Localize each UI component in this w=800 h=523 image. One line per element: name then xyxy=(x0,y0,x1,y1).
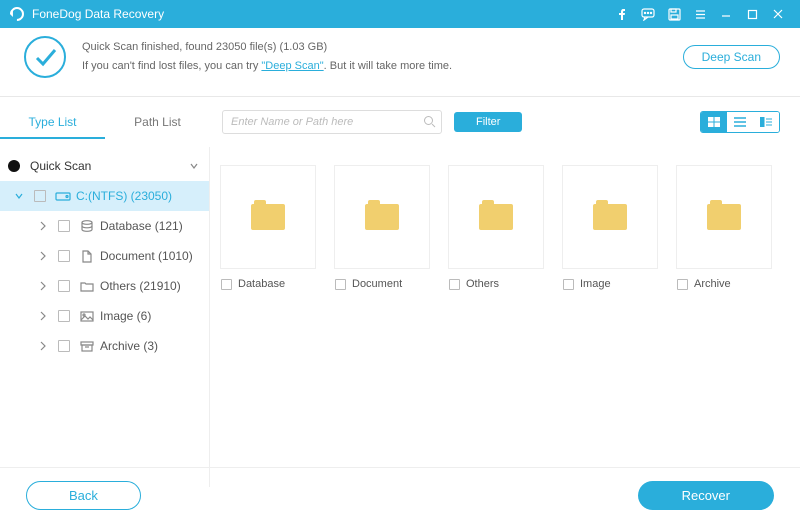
scan-summary-band: Quick Scan finished, found 23050 file(s)… xyxy=(0,28,800,97)
sidebar-tree: Quick Scan C:(NTFS) (23050) Database (12… xyxy=(0,147,210,487)
main-area: Quick Scan C:(NTFS) (23050) Database (12… xyxy=(0,147,800,487)
save-icon[interactable] xyxy=(662,2,686,26)
image-icon xyxy=(78,311,96,322)
chevron-right-icon[interactable] xyxy=(36,281,50,291)
tree-item-label: Archive (3) xyxy=(100,339,201,353)
bullet-icon xyxy=(8,160,20,172)
tree-item-others[interactable]: Others (21910) xyxy=(0,271,209,301)
grid-tile-archive[interactable]: Archive xyxy=(676,165,772,269)
scan-line2-prefix: If you can't find lost files, you can tr… xyxy=(82,60,261,72)
checkbox[interactable] xyxy=(58,340,70,352)
view-grid-button[interactable] xyxy=(701,112,727,132)
deep-scan-button[interactable]: Deep Scan xyxy=(683,45,780,69)
titlebar: FoneDog Data Recovery xyxy=(0,0,800,28)
grid-tile-others[interactable]: Others xyxy=(448,165,544,269)
tree-drive-c[interactable]: C:(NTFS) (23050) xyxy=(0,181,209,211)
chevron-right-icon[interactable] xyxy=(36,251,50,261)
feedback-icon[interactable] xyxy=(636,2,660,26)
tree-item-label: Database (121) xyxy=(100,219,201,233)
grid-tile-database[interactable]: Database xyxy=(220,165,316,269)
checkbox[interactable] xyxy=(563,279,574,290)
tree-root-quick-scan[interactable]: Quick Scan xyxy=(0,151,209,181)
tree-item-database[interactable]: Database (121) xyxy=(0,211,209,241)
folder-icon xyxy=(593,204,627,230)
checkbox[interactable] xyxy=(449,279,460,290)
folder-icon xyxy=(365,204,399,230)
footer: Back Recover xyxy=(0,467,800,523)
tile-label: Others xyxy=(466,278,499,290)
checkbox[interactable] xyxy=(58,310,70,322)
view-toggle xyxy=(700,111,780,133)
chevron-right-icon[interactable] xyxy=(36,311,50,321)
tab-path-list[interactable]: Path List xyxy=(105,105,210,139)
checkbox[interactable] xyxy=(221,279,232,290)
scan-line1-mid: file(s) ( xyxy=(247,41,284,53)
database-icon xyxy=(78,220,96,232)
folder-grid: Database Document Others Image Archi xyxy=(210,147,800,487)
folder-icon xyxy=(479,204,513,230)
app-logo-icon xyxy=(7,4,27,24)
chevron-down-icon[interactable] xyxy=(187,160,201,172)
search-wrap xyxy=(222,110,442,134)
checkbox[interactable] xyxy=(58,280,70,292)
view-list-button[interactable] xyxy=(727,112,753,132)
tab-type-list[interactable]: Type List xyxy=(0,105,105,139)
minimize-icon[interactable] xyxy=(714,2,738,26)
close-icon[interactable] xyxy=(766,2,790,26)
checkbox[interactable] xyxy=(58,220,70,232)
scan-summary-text: Quick Scan finished, found 23050 file(s)… xyxy=(82,38,683,75)
toolbar: Type List Path List Filter xyxy=(0,97,800,147)
tile-label: Document xyxy=(352,278,402,290)
tree-item-label: Image (6) xyxy=(100,309,201,323)
deep-scan-link[interactable]: "Deep Scan" xyxy=(261,60,323,72)
tree-item-archive[interactable]: Archive (3) xyxy=(0,331,209,361)
folder-icon xyxy=(78,281,96,292)
drive-icon xyxy=(54,190,72,202)
checkbox[interactable] xyxy=(335,279,346,290)
tree-root-label: Quick Scan xyxy=(30,159,91,173)
grid-tile-document[interactable]: Document xyxy=(334,165,430,269)
checkbox[interactable] xyxy=(58,250,70,262)
chevron-right-icon[interactable] xyxy=(36,221,50,231)
tree-drive-label: C:(NTFS) (23050) xyxy=(76,189,201,203)
menu-icon[interactable] xyxy=(688,2,712,26)
scan-line2-suffix: . But it will take more time. xyxy=(324,60,452,72)
list-tabs: Type List Path List xyxy=(0,105,210,139)
document-icon xyxy=(78,250,96,263)
search-icon[interactable] xyxy=(423,115,436,131)
chevron-right-icon[interactable] xyxy=(36,341,50,351)
tile-label: Archive xyxy=(694,278,731,290)
recover-button[interactable]: Recover xyxy=(638,481,774,510)
archive-icon xyxy=(78,341,96,352)
facebook-icon[interactable] xyxy=(610,2,634,26)
checkbox[interactable] xyxy=(34,190,46,202)
chevron-down-icon[interactable] xyxy=(12,191,26,201)
app-title: FoneDog Data Recovery xyxy=(32,7,164,21)
scan-line1-suffix: ) xyxy=(324,41,328,53)
scan-file-count: 23050 xyxy=(216,41,247,53)
scan-size: 1.03 GB xyxy=(283,41,323,53)
tile-label: Database xyxy=(238,278,285,290)
tree-item-label: Document (1010) xyxy=(100,249,201,263)
folder-icon xyxy=(251,204,285,230)
scan-line1-prefix: Quick Scan finished, found xyxy=(82,41,216,53)
search-input[interactable] xyxy=(222,110,442,134)
tile-label: Image xyxy=(580,278,611,290)
tree-item-image[interactable]: Image (6) xyxy=(0,301,209,331)
filter-button[interactable]: Filter xyxy=(454,112,522,132)
folder-icon xyxy=(707,204,741,230)
tree-item-label: Others (21910) xyxy=(100,279,201,293)
grid-tile-image[interactable]: Image xyxy=(562,165,658,269)
maximize-icon[interactable] xyxy=(740,2,764,26)
checkbox[interactable] xyxy=(677,279,688,290)
view-detail-button[interactable] xyxy=(753,112,779,132)
check-circle-icon xyxy=(24,36,66,78)
tree-item-document[interactable]: Document (1010) xyxy=(0,241,209,271)
back-button[interactable]: Back xyxy=(26,481,141,510)
